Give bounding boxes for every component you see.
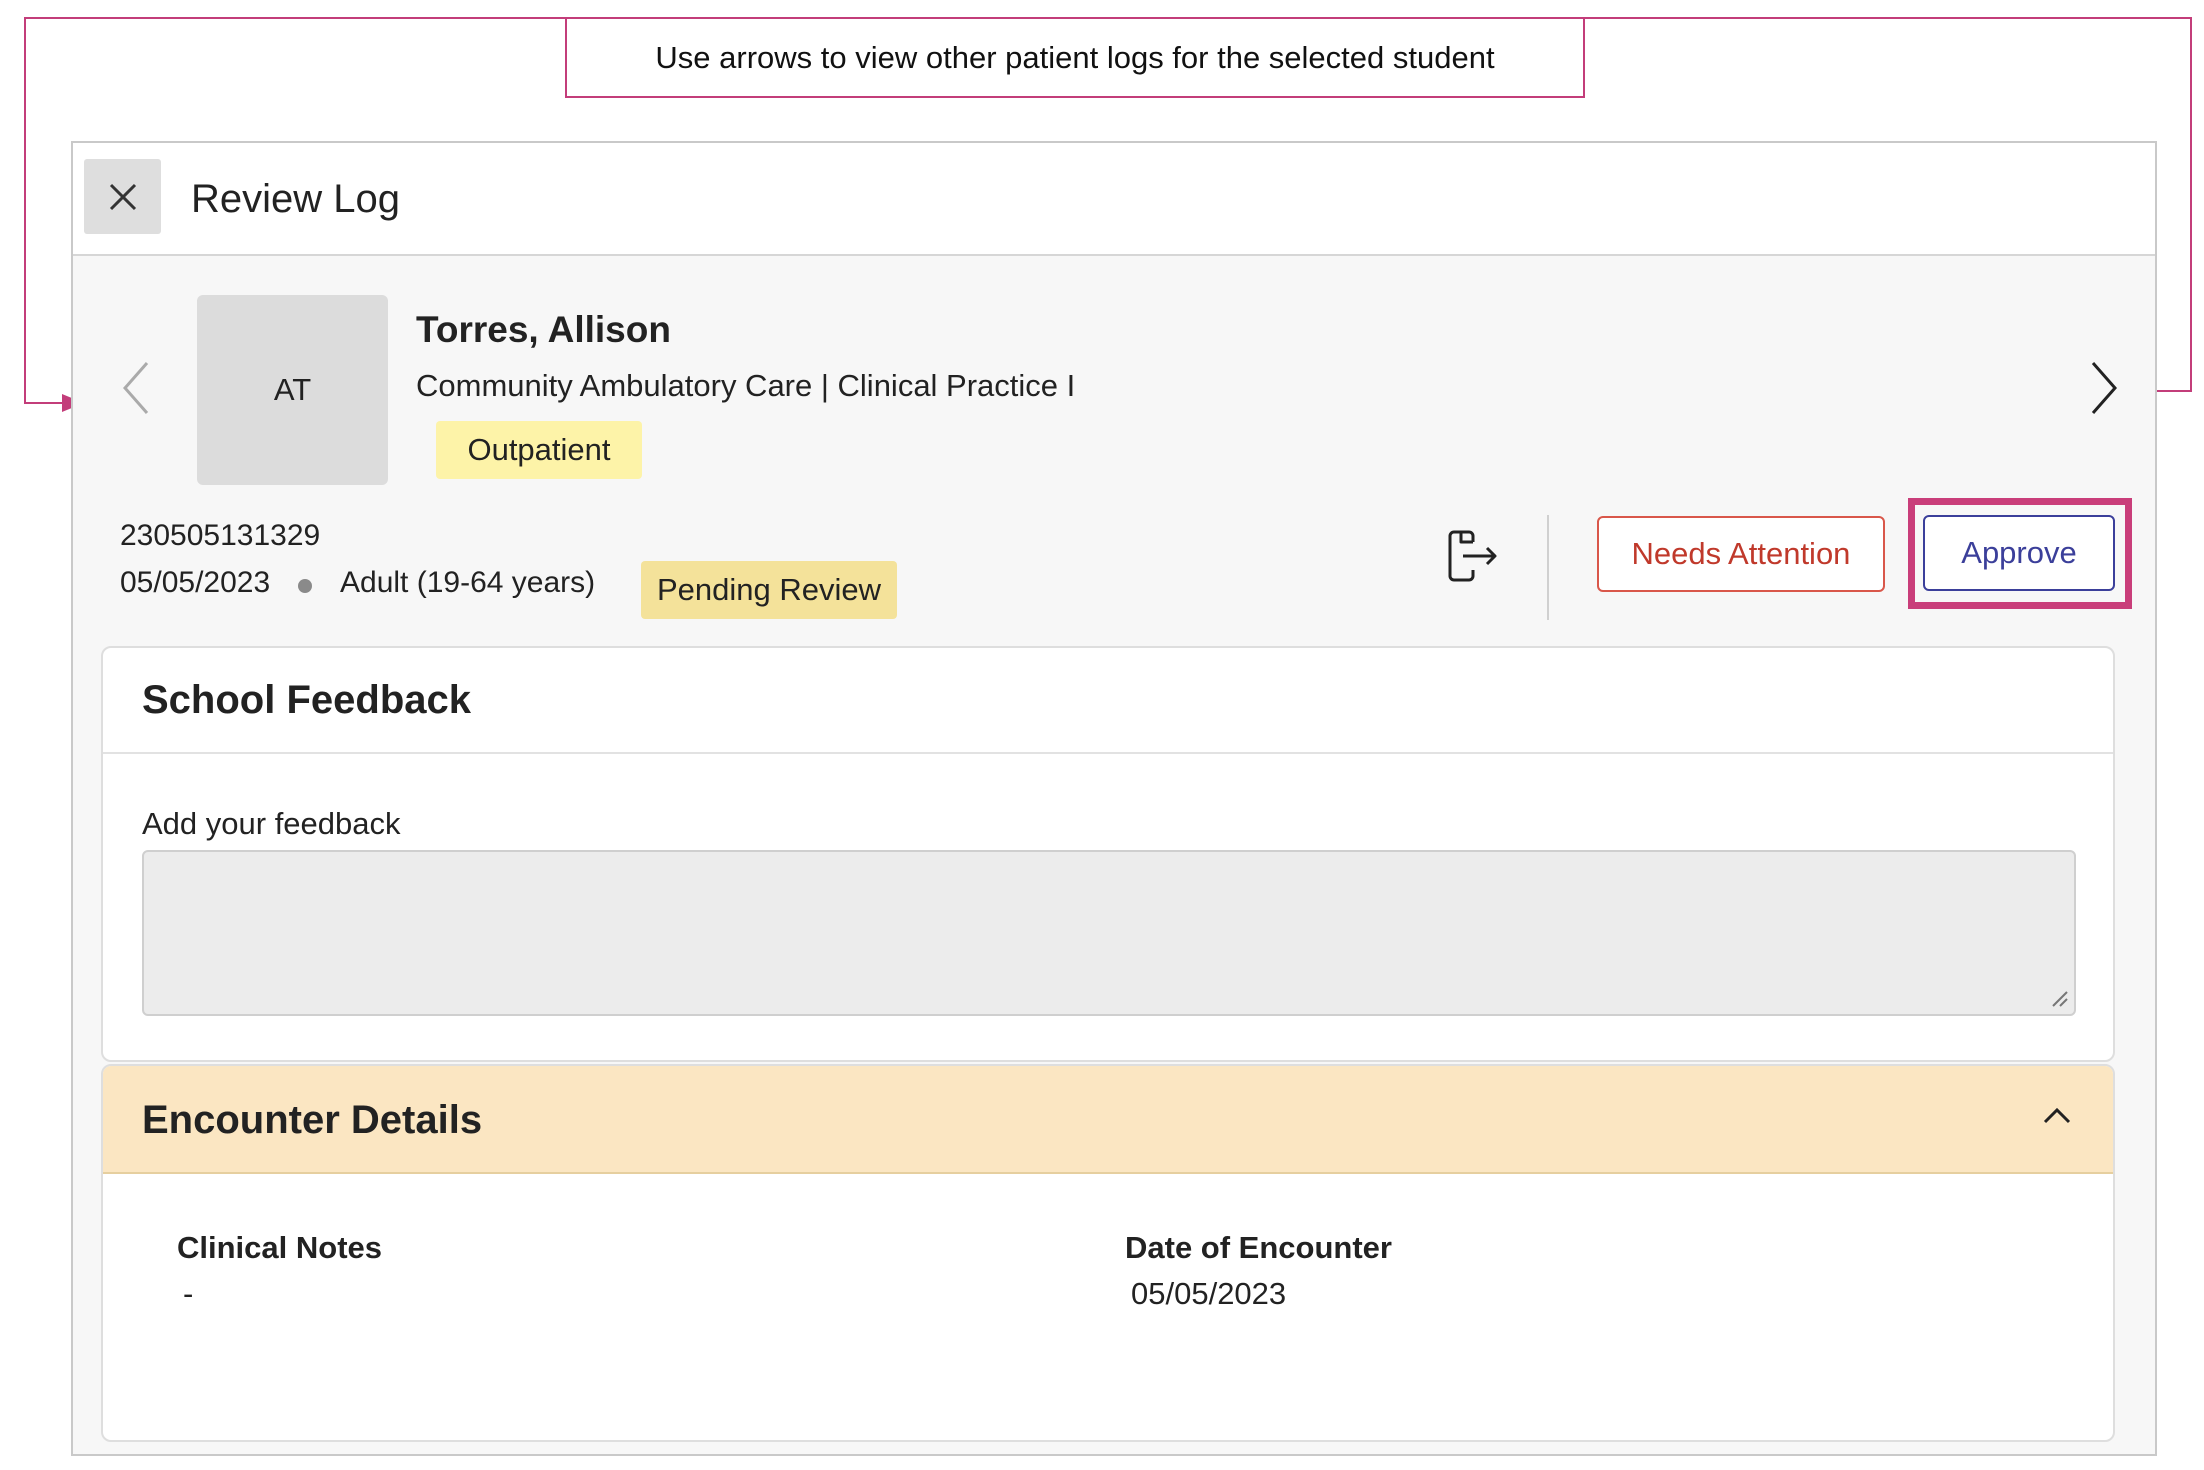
annotation-line <box>1585 17 2192 19</box>
chevron-right-icon <box>2091 362 2117 414</box>
needs-attention-button[interactable]: Needs Attention <box>1597 516 1885 592</box>
encounter-details-card: Encounter Details Clinical Notes - Date … <box>101 1064 2115 1442</box>
separator-dot <box>298 579 312 593</box>
log-age-group: Adult (19-64 years) <box>340 566 596 599</box>
export-button[interactable] <box>1443 526 1503 586</box>
status-badge-label: Pending Review <box>656 572 882 607</box>
avatar-initials: AT <box>273 372 312 407</box>
next-log-button[interactable] <box>2079 353 2129 423</box>
panel-header: Review Log <box>73 143 2155 256</box>
status-badge: Pending Review <box>641 561 897 619</box>
avatar: AT <box>197 295 388 485</box>
annotation-line <box>24 402 64 404</box>
close-button[interactable] <box>84 159 161 234</box>
student-name: Torres, Allison <box>416 309 671 350</box>
date-of-encounter-label: Date of Encounter <box>1125 1230 1392 1265</box>
annotation-line <box>24 17 26 404</box>
annotation-text: Use arrows to view other patient logs fo… <box>655 39 1495 75</box>
date-of-encounter-value: 05/05/2023 <box>1131 1276 1287 1311</box>
school-feedback-card: School Feedback Add your feedback <box>101 646 2115 1062</box>
annotation-callout: Use arrows to view other patient logs fo… <box>565 17 1585 98</box>
chevron-up-icon[interactable] <box>2037 1096 2077 1136</box>
log-id: 230505131329 <box>120 519 321 552</box>
clinical-notes-value: - <box>183 1276 194 1311</box>
chevron-left-icon <box>123 362 149 414</box>
annotation-line <box>24 17 565 19</box>
school-feedback-header: School Feedback <box>103 648 2113 754</box>
encounter-details-header[interactable]: Encounter Details <box>103 1066 2113 1174</box>
student-course: Community Ambulatory Care | Clinical Pra… <box>416 368 1076 403</box>
previous-log-button[interactable] <box>111 353 161 423</box>
review-log-panel: Review Log AT Torres, Allison Community … <box>71 141 2157 1456</box>
export-icon <box>1448 530 1497 582</box>
setting-badge-label: Outpatient <box>467 432 611 467</box>
encounter-details-title: Encounter Details <box>142 1098 483 1142</box>
approve-button[interactable]: Approve <box>1923 515 2115 591</box>
panel-title: Review Log <box>191 177 401 221</box>
setting-badge: Outpatient <box>436 421 642 479</box>
feedback-label: Add your feedback <box>142 806 401 841</box>
resize-grip-icon[interactable] <box>2049 988 2069 1008</box>
action-divider <box>1547 515 1549 620</box>
log-date: 05/05/2023 <box>120 566 271 599</box>
annotation-line <box>2190 17 2192 392</box>
feedback-input[interactable] <box>142 850 2076 1016</box>
clinical-notes-label: Clinical Notes <box>177 1230 382 1265</box>
school-feedback-title: School Feedback <box>142 678 471 722</box>
close-icon <box>109 183 136 210</box>
